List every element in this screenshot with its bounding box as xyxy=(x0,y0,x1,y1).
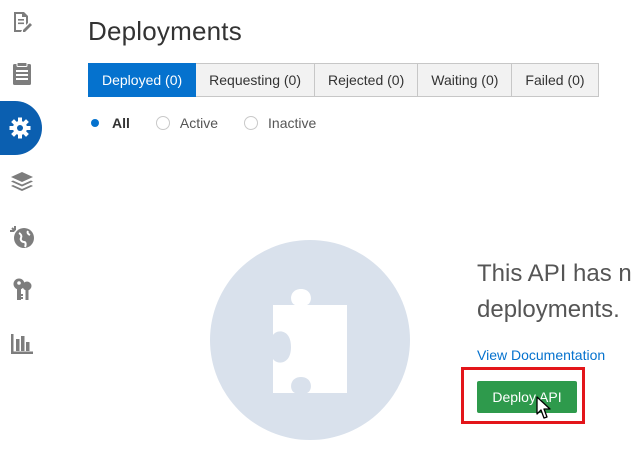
nav-item-deployments[interactable] xyxy=(0,106,40,150)
keys-icon xyxy=(13,278,32,300)
page-title: Deployments xyxy=(88,16,242,46)
tab-rejected[interactable]: Rejected (0) xyxy=(314,63,419,97)
status-filter-radios: All Active Inactive xyxy=(88,115,342,131)
left-nav-rail xyxy=(0,0,44,458)
tab-requesting[interactable]: Requesting (0) xyxy=(196,63,315,97)
list-document-icon xyxy=(13,62,31,85)
radio-button[interactable] xyxy=(155,116,170,130)
tab-failed[interactable]: Failed (0) xyxy=(512,63,599,97)
empty-state-line-2: deployments. xyxy=(477,296,620,323)
nav-item-layers[interactable] xyxy=(0,160,44,204)
empty-state-illustration xyxy=(210,240,410,440)
puzzle-piece-icon xyxy=(273,289,347,393)
gear-icon xyxy=(9,117,31,139)
mouse-pointer-icon xyxy=(536,396,551,419)
nav-item-edit[interactable] xyxy=(0,0,44,44)
radio-all[interactable]: All xyxy=(88,115,130,131)
nav-item-list[interactable] xyxy=(0,52,44,96)
edit-document-icon xyxy=(14,12,32,32)
globe-icon xyxy=(10,226,34,248)
radio-button[interactable] xyxy=(244,116,259,130)
nav-item-keys[interactable] xyxy=(0,268,44,312)
deployment-status-tabs: Deployed (0) Requesting (0) Rejected (0)… xyxy=(88,63,599,97)
nav-item-globe[interactable] xyxy=(0,215,44,259)
radio-button[interactable] xyxy=(88,116,102,130)
radio-active[interactable]: Active xyxy=(155,115,219,131)
view-documentation-link[interactable]: View Documentation xyxy=(477,347,605,363)
bar-chart-icon xyxy=(11,334,33,354)
radio-label: Active xyxy=(179,115,219,131)
radio-inactive[interactable]: Inactive xyxy=(244,115,316,131)
tab-deployed[interactable]: Deployed (0) xyxy=(88,63,197,97)
radio-label: All xyxy=(112,115,130,131)
empty-state-line-1: This API has no xyxy=(477,260,632,287)
radio-label: Inactive xyxy=(268,115,317,131)
deploy-api-button[interactable]: Deploy API xyxy=(477,381,577,413)
nav-item-analytics[interactable] xyxy=(0,322,44,366)
tab-waiting[interactable]: Waiting (0) xyxy=(418,63,513,97)
layers-icon xyxy=(11,172,33,191)
empty-state-message: This API has no deployments. xyxy=(477,256,632,328)
